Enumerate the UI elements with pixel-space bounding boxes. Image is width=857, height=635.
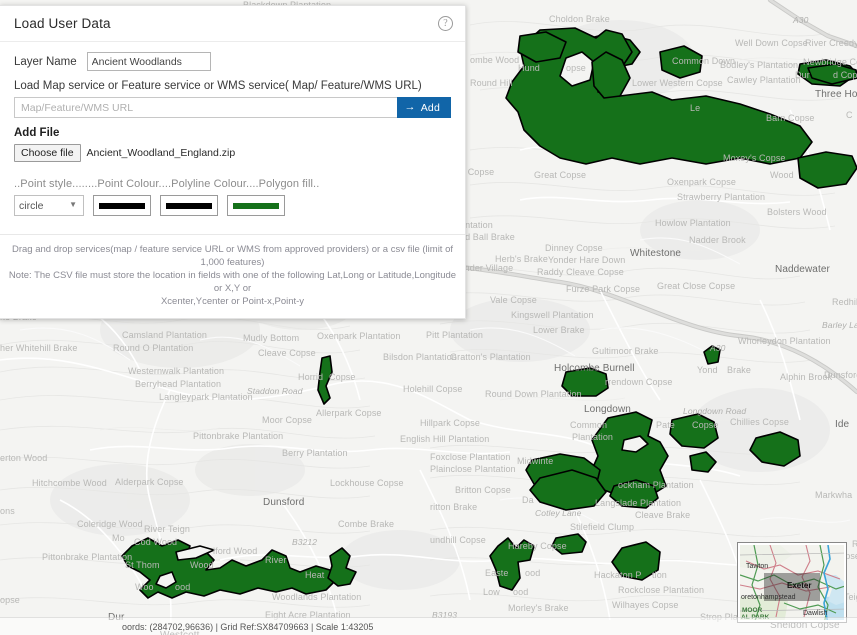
style-controls-row: circlesquaretrianglecrossdiamond ▼ [14,195,451,216]
overview-map[interactable]: TawtonExeteroretonhampsteadMOORAL PARKDa… [737,542,847,623]
dialog-body: Layer Name Load Map service or Feature s… [0,42,465,234]
dialog-header: Load User Data ? [0,6,465,42]
dialog-footer: Drag and drop services(map / feature ser… [0,234,465,318]
overview-label: Dawlish [803,610,828,617]
selected-file-name: Ancient_Woodland_England.zip [86,147,236,159]
service-url-row: → Add [14,97,451,118]
page-title: Load User Data [14,16,111,31]
status-bar: oords: (284702,96636) | Grid Ref:SX84709… [0,617,857,635]
file-chooser-row: Choose file Ancient_Woodland_England.zip [14,144,451,162]
question-circle-icon[interactable]: ? [438,16,453,31]
add-button-label: Add [420,101,440,114]
service-instruction-label: Load Map service or Feature service or W… [14,80,422,92]
point-colour-swatch[interactable] [93,195,151,216]
overview-label: oretonhampstead [741,594,796,601]
layer-name-label: Layer Name [14,55,77,68]
layer-name-input[interactable] [86,52,211,71]
overview-label: MOOR [742,607,763,614]
polygon-fill-bar [233,202,279,209]
service-url-input[interactable] [14,97,397,118]
point-colour-bar [99,202,145,209]
add-service-button[interactable]: → Add [396,97,451,118]
footer-line-3: Xcenter,Ycenter or Point-x,Point-y [160,296,305,307]
polygon-fill-swatch[interactable] [227,195,285,216]
layer-name-row: Layer Name [14,52,451,71]
footer-line-2: Note: The CSV file must store the locati… [8,270,457,294]
point-style-wrap: circlesquaretrianglecrossdiamond ▼ [14,195,84,216]
arrow-right-icon: → [404,101,416,113]
point-style-select[interactable]: circlesquaretrianglecrossdiamond [14,195,84,216]
footer-line-1: Drag and drop services(map / feature ser… [11,244,454,268]
load-user-data-dialog: Load User Data ? Layer Name Load Map ser… [0,5,466,319]
overview-label: Tawton [746,563,769,570]
polyline-colour-swatch[interactable] [160,195,218,216]
polyline-colour-bar [166,202,212,209]
overview-label: Exeter [787,581,812,590]
style-legend-label: ..Point style........Point Colour....Pol… [14,178,320,190]
add-file-heading: Add File [14,127,60,139]
choose-file-button[interactable]: Choose file [14,144,81,162]
